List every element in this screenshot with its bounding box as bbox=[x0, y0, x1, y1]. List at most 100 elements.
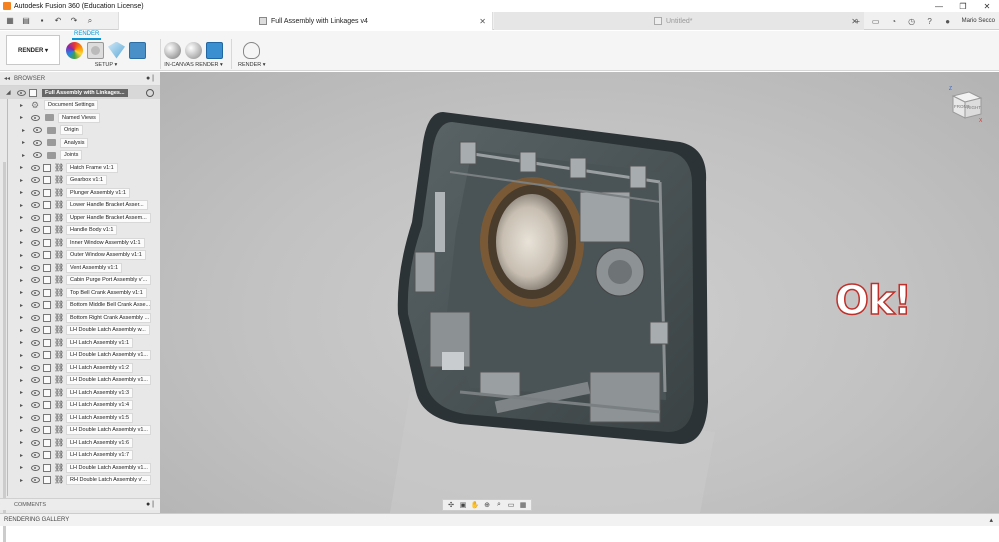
visibility-eye-icon[interactable] bbox=[31, 314, 40, 321]
visibility-eye-icon[interactable] bbox=[17, 89, 26, 96]
visibility-eye-icon[interactable] bbox=[31, 327, 40, 334]
visibility-eye-icon[interactable] bbox=[31, 114, 40, 121]
visibility-eye-icon[interactable] bbox=[31, 389, 40, 396]
pan-icon[interactable]: ✋ bbox=[470, 500, 480, 510]
zoom-icon[interactable]: ⊕ bbox=[482, 500, 492, 510]
expand-arrow-icon[interactable]: ▸ bbox=[20, 102, 26, 109]
workspace-switcher[interactable]: RENDER ▾ bbox=[6, 35, 60, 65]
component-label[interactable]: LH Latch Assembly v1:2 bbox=[66, 362, 134, 373]
root-label[interactable]: Full Assembly with Linkages... bbox=[41, 87, 129, 98]
expand-arrow-icon[interactable]: ▸ bbox=[22, 152, 28, 159]
browser-component-row[interactable]: ▸ ⛓ Gearbox v1:1 bbox=[0, 174, 160, 187]
in-canvas-render-label[interactable]: IN-CANVAS RENDER ▾ bbox=[164, 62, 223, 68]
teapot-render-icon[interactable] bbox=[243, 41, 261, 59]
grid-settings-icon[interactable]: ▦ bbox=[518, 500, 528, 510]
folder-label[interactable]: Document Settings bbox=[44, 100, 99, 111]
render-settings-icon[interactable] bbox=[185, 41, 202, 59]
chat-icon[interactable]: ▭ bbox=[870, 15, 882, 27]
visibility-eye-icon[interactable] bbox=[31, 214, 40, 221]
comments-options-icon[interactable]: ● | bbox=[146, 501, 154, 508]
component-label[interactable]: LH Latch Assembly v1:5 bbox=[66, 412, 134, 423]
component-label[interactable]: RH Double Latch Assembly v'... bbox=[66, 475, 151, 486]
avatar[interactable]: ● bbox=[942, 15, 954, 27]
orbit-icon[interactable]: ✣ bbox=[446, 500, 456, 510]
notifications-icon[interactable]: ◷ bbox=[906, 15, 918, 27]
component-label[interactable]: Vent Assembly v1:1 bbox=[66, 262, 122, 273]
expand-arrow-icon[interactable]: ▸ bbox=[20, 240, 26, 246]
fit-icon[interactable]: ⌕ bbox=[494, 500, 504, 510]
browser-folder-row[interactable]: ▸ Joints bbox=[0, 149, 160, 162]
look-at-icon[interactable]: ▣ bbox=[458, 500, 468, 510]
visibility-eye-icon[interactable] bbox=[31, 402, 40, 409]
browser-options-icon[interactable]: ● | bbox=[146, 75, 154, 82]
expand-arrow-icon[interactable]: ▸ bbox=[20, 327, 26, 334]
expand-arrow-icon[interactable]: ▸ bbox=[20, 165, 26, 171]
expand-arrow-icon[interactable]: ▸ bbox=[20, 390, 26, 396]
expand-arrow-icon[interactable]: ▸ bbox=[20, 177, 26, 184]
maximize-button[interactable]: ❐ bbox=[951, 0, 975, 12]
browser-component-row[interactable]: ▸ ⛓ Cabin Purge Port Assembly v'... bbox=[0, 274, 160, 287]
component-label[interactable]: LH Latch Assembly v1:1 bbox=[66, 337, 134, 348]
activate-radio-icon[interactable] bbox=[146, 88, 154, 97]
expand-arrow-icon[interactable]: ▸ bbox=[20, 427, 26, 434]
root-component[interactable]: ◢ Full Assembly with Linkages... bbox=[0, 86, 160, 99]
browser-component-row[interactable]: ▸ ⛓ LH Latch Assembly v1:6 bbox=[0, 437, 160, 450]
visibility-eye-icon[interactable] bbox=[31, 439, 40, 446]
expand-arrow-icon[interactable]: ▸ bbox=[20, 277, 26, 284]
browser-component-row[interactable]: ▸ ⛓ LH Latch Assembly v1:3 bbox=[0, 387, 160, 400]
collapse-icon[interactable]: ◂◂ bbox=[4, 75, 10, 82]
visibility-eye-icon[interactable] bbox=[31, 277, 40, 284]
expand-arrow-icon[interactable]: ▸ bbox=[20, 227, 26, 234]
component-label[interactable]: Gearbox v1:1 bbox=[66, 175, 108, 186]
comments-panel[interactable]: COMMENTS ● | bbox=[0, 498, 160, 510]
search-icon[interactable]: ⌕ bbox=[84, 15, 96, 27]
component-label[interactable]: Hatch Frame v1:1 bbox=[66, 162, 118, 173]
component-label[interactable]: Handle Body v1:1 bbox=[66, 225, 118, 236]
component-label[interactable]: LH Latch Assembly v1:4 bbox=[66, 400, 134, 411]
render-label[interactable]: RENDER ▾ bbox=[238, 62, 266, 68]
component-label[interactable]: Lower Handle Bracket Asser... bbox=[66, 200, 148, 211]
component-label[interactable]: Cabin Purge Port Assembly v'... bbox=[66, 275, 151, 286]
expand-arrow-icon[interactable]: ▸ bbox=[20, 352, 26, 359]
browser-folder-row[interactable]: ▸ Analysis bbox=[0, 137, 160, 150]
expand-arrow-icon[interactable]: ▸ bbox=[20, 215, 26, 221]
visibility-eye-icon[interactable] bbox=[31, 352, 40, 359]
browser-component-row[interactable]: ▸ ⛓ Handle Body v1:1 bbox=[0, 224, 160, 237]
expand-arrow-icon[interactable]: ▸ bbox=[20, 377, 26, 384]
visibility-eye-icon[interactable] bbox=[31, 164, 40, 171]
browser-component-row[interactable]: ▸ ⛓ LH Double Latch Assembly v1... bbox=[0, 462, 160, 475]
component-label[interactable]: LH Double Latch Assembly w... bbox=[66, 325, 150, 336]
component-label[interactable]: Inner Window Assembly v1:1 bbox=[66, 237, 145, 248]
visibility-eye-icon[interactable] bbox=[31, 377, 40, 384]
browser-component-row[interactable]: ▸ ⛓ Vent Assembly v1:1 bbox=[0, 262, 160, 275]
browser-component-row[interactable]: ▸ ⛓ RH Double Latch Assembly v'... bbox=[0, 474, 160, 487]
component-label[interactable]: Plunger Assembly v1:1 bbox=[66, 187, 130, 198]
component-label[interactable]: Top Bell Crank Assembly v1:1 bbox=[66, 287, 147, 298]
folder-label[interactable]: Named Views bbox=[58, 112, 100, 123]
scene-settings-icon[interactable] bbox=[87, 41, 104, 59]
component-label[interactable]: LH Double Latch Assembly v1... bbox=[66, 375, 151, 386]
expand-arrow-icon[interactable]: ▸ bbox=[20, 265, 26, 271]
expand-arrow-icon[interactable]: ▸ bbox=[22, 127, 28, 134]
visibility-eye-icon[interactable] bbox=[31, 202, 40, 209]
expand-arrow-icon[interactable]: ▸ bbox=[20, 252, 26, 259]
browser-component-row[interactable]: ▸ ⛓ LH Latch Assembly v1:2 bbox=[0, 362, 160, 375]
tab-full-assembly[interactable]: Full Assembly with Linkages v4 ✕ bbox=[118, 12, 493, 30]
browser-folder-row[interactable]: ▸ Named Views bbox=[0, 112, 160, 125]
visibility-eye-icon[interactable] bbox=[31, 302, 40, 309]
browser-component-row[interactable]: ▸ ⛓ Top Bell Crank Assembly v1:1 bbox=[0, 287, 160, 300]
browser-component-row[interactable]: ▸ ⛓ Outer Window Assembly v1:1 bbox=[0, 249, 160, 262]
visibility-eye-icon[interactable] bbox=[31, 477, 40, 484]
visibility-eye-icon[interactable] bbox=[33, 139, 42, 146]
browser-component-row[interactable]: ▸ ⛓ Hatch Frame v1:1 bbox=[0, 162, 160, 175]
expand-arrow-icon[interactable]: ▸ bbox=[20, 402, 26, 409]
component-label[interactable]: LH Double Latch Assembly v1... bbox=[66, 425, 151, 436]
component-label[interactable]: LH Latch Assembly v1:3 bbox=[66, 387, 134, 398]
component-label[interactable]: Upper Handle Bracket Assem... bbox=[66, 212, 151, 223]
visibility-eye-icon[interactable] bbox=[31, 339, 40, 346]
visibility-eye-icon[interactable] bbox=[31, 177, 40, 184]
expand-arrow-icon[interactable]: ▸ bbox=[20, 202, 26, 209]
expand-arrow-icon[interactable]: ▸ bbox=[20, 290, 26, 296]
file-menu-icon[interactable]: ▤ bbox=[20, 15, 32, 27]
tab-untitled[interactable]: Untitled* ✕ bbox=[494, 12, 864, 30]
